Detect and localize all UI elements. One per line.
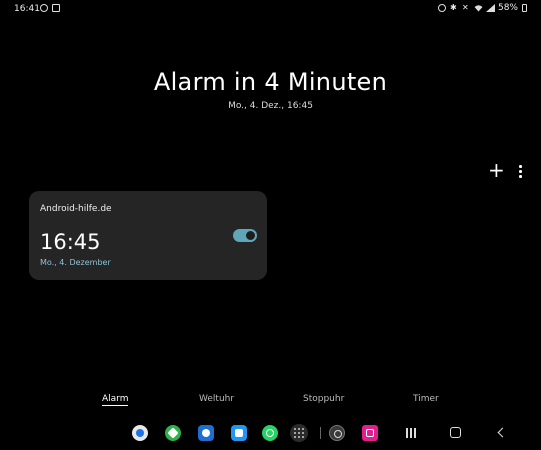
apps-grid-icon[interactable] xyxy=(290,424,308,442)
more-options-icon[interactable] xyxy=(515,163,525,179)
alarm-time: 16:45 xyxy=(40,230,101,254)
alarm-icon xyxy=(40,4,48,12)
taskbar-divider xyxy=(320,427,321,439)
home-button[interactable] xyxy=(448,425,464,441)
tab-world-clock[interactable]: Weltuhr xyxy=(199,394,234,404)
mute-icon: ✕ xyxy=(461,3,469,12)
tab-stopwatch[interactable]: Stoppuhr xyxy=(303,394,344,404)
recent-apps-button[interactable] xyxy=(403,425,419,441)
tv-icon[interactable] xyxy=(362,425,378,441)
alarm-card[interactable]: Android-hilfe.de 16:45 Mo., 4. Dezember xyxy=(29,191,267,280)
files-icon[interactable] xyxy=(231,425,247,441)
feedly-icon[interactable] xyxy=(165,425,181,441)
back-button[interactable] xyxy=(494,425,510,441)
chrome-icon[interactable] xyxy=(132,425,148,441)
battery-icon xyxy=(522,4,527,12)
bluetooth-icon: ✱ xyxy=(449,3,457,12)
add-alarm-button[interactable]: + xyxy=(488,160,505,180)
compass-icon[interactable] xyxy=(329,425,345,441)
alarm-toggle[interactable] xyxy=(233,229,257,242)
image-icon xyxy=(52,4,60,12)
next-alarm-title: Alarm in 4 Minuten xyxy=(153,68,388,96)
next-alarm-date: Mo., 4. Dez., 16:45 xyxy=(228,101,313,111)
whatsapp-icon[interactable] xyxy=(262,425,278,441)
alarm-label: Android-hilfe.de xyxy=(40,204,112,214)
alarm-day: Mo., 4. Dezember xyxy=(40,258,111,267)
battery-level: 58% xyxy=(497,3,518,13)
wifi-icon xyxy=(474,4,483,12)
signal-icon xyxy=(485,4,495,12)
status-time: 16:41 xyxy=(14,4,40,14)
toggle-knob xyxy=(246,231,255,240)
camera-icon[interactable] xyxy=(198,425,214,441)
tab-alarm[interactable]: Alarm xyxy=(102,394,129,406)
alarm-icon xyxy=(437,4,446,12)
tab-timer[interactable]: Timer xyxy=(413,394,439,404)
taskbar xyxy=(0,424,541,445)
status-bar: 16:41 ✱ ✕ 58% xyxy=(0,0,541,18)
